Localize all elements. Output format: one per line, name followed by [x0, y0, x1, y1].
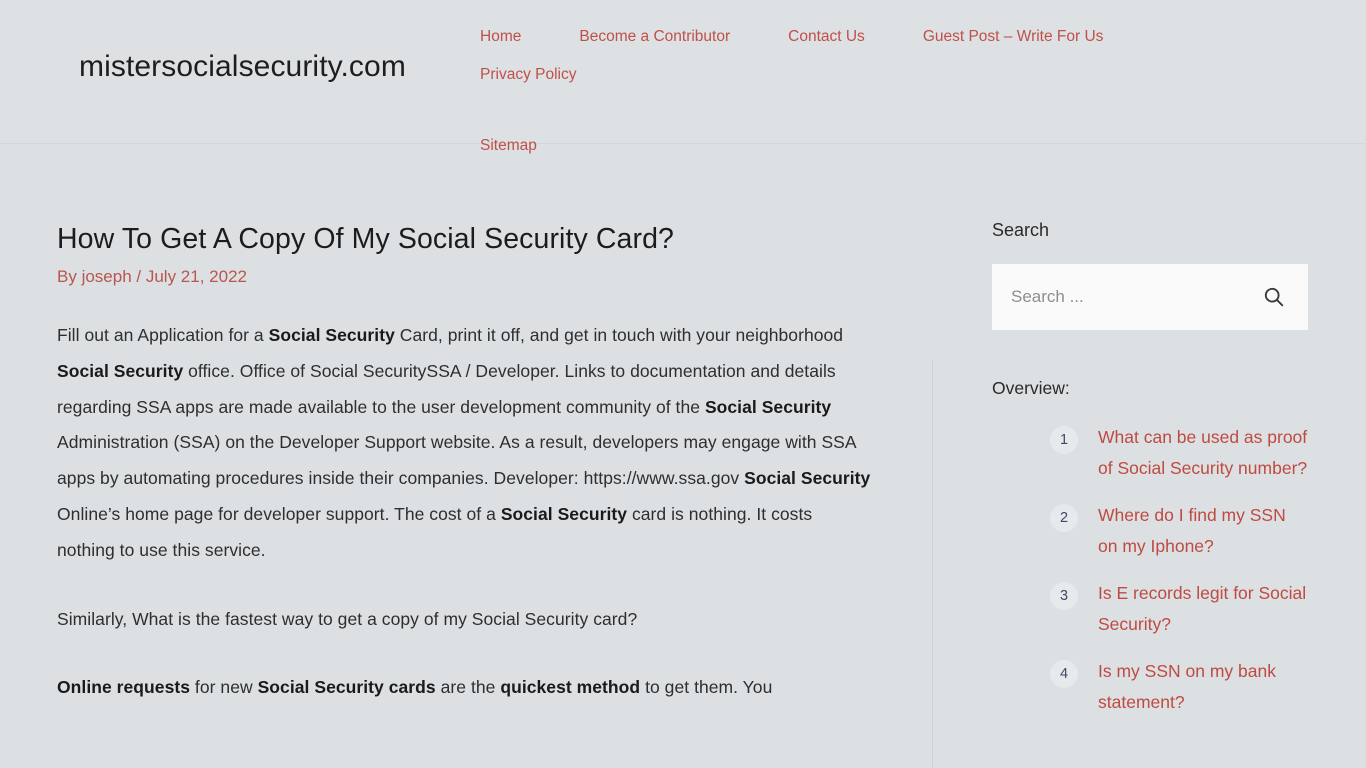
- site-header: mistersocialsecurity.com Home Become a C…: [0, 0, 1366, 154]
- article: How To Get A Copy Of My Social Security …: [57, 222, 872, 706]
- article-body: Fill out an Application for a Social Sec…: [57, 318, 872, 706]
- byline-prefix: By: [57, 267, 82, 286]
- overview-item-number: 2: [1050, 504, 1078, 532]
- nav-item-privacy-policy[interactable]: Privacy Policy: [480, 56, 576, 94]
- byline-separator: /: [131, 267, 146, 286]
- nav-item-guest-post-write-for-us[interactable]: Guest Post – Write For Us: [923, 18, 1104, 56]
- page-title: How To Get A Copy Of My Social Security …: [57, 223, 674, 255]
- search-input[interactable]: [992, 264, 1250, 330]
- article-paragraph-2: Similarly, What is the fastest way to ge…: [57, 608, 638, 629]
- para1-bold-2: Social Security: [57, 360, 184, 381]
- overview-list: 1 What can be used as proof of Social Se…: [992, 422, 1308, 717]
- nav-item-home[interactable]: Home: [480, 18, 521, 56]
- para1-bold-4: Social Security: [744, 468, 871, 489]
- list-item[interactable]: 1 What can be used as proof of Social Se…: [1050, 422, 1308, 483]
- page-content: How To Get A Copy Of My Social Security …: [0, 144, 1366, 768]
- para1-bold-5: Social Security: [500, 503, 628, 524]
- para1-text-5: Online’s home page for developer support…: [57, 503, 501, 524]
- overview-item-link[interactable]: Where do I find my SSN on my Iphone?: [1098, 500, 1308, 561]
- overview-item-number: 1: [1050, 426, 1078, 454]
- sidebar: Search Overview: 1 What can be used as p…: [992, 218, 1308, 717]
- list-item[interactable]: 3 Is E records legit for Social Security…: [1050, 578, 1308, 639]
- site-title[interactable]: mistersocialsecurity.com: [79, 52, 406, 82]
- overview-item-link[interactable]: Is E records legit for Social Security?: [1098, 578, 1308, 639]
- para3-text-2: are the: [435, 677, 501, 698]
- overview-item-link[interactable]: Is my SSN on my bank statement?: [1098, 656, 1308, 717]
- para1-text-4: Administration (SSA) on the Developer Su…: [57, 432, 856, 489]
- search-icon: [1263, 286, 1285, 308]
- para3-bold-1: Online requests: [57, 677, 191, 698]
- para3-bold-2: Social Security cards: [257, 677, 436, 698]
- search-widget-title: Search: [992, 220, 1050, 240]
- overview-title: Overview:: [992, 378, 1070, 398]
- author-link[interactable]: joseph: [82, 267, 132, 286]
- content-sidebar-divider: [932, 359, 933, 768]
- nav-item-become-a-contributor[interactable]: Become a Contributor: [579, 18, 730, 56]
- article-byline: By joseph / July 21, 2022: [57, 266, 872, 288]
- nav-item-contact-us[interactable]: Contact Us: [788, 18, 865, 56]
- para1-text-1: Fill out an Application for a: [57, 325, 269, 345]
- search-submit-button[interactable]: [1250, 264, 1298, 330]
- para1-text-2: Card, print it off, and get in touch wit…: [394, 325, 844, 345]
- list-item[interactable]: 4 Is my SSN on my bank statement?: [1050, 656, 1308, 717]
- main-navigation: Home Become a Contributor Contact Us Gue…: [480, 18, 1240, 165]
- overview-item-number: 4: [1050, 660, 1078, 688]
- overview-item-link[interactable]: What can be used as proof of Social Secu…: [1098, 422, 1308, 483]
- para1-bold-3: Social Security: [704, 396, 832, 417]
- list-item[interactable]: 2 Where do I find my SSN on my Iphone?: [1050, 500, 1308, 561]
- article-paragraph-3: Online requests for new Social Security …: [57, 670, 872, 706]
- para3-bold-3: quickest method: [500, 677, 641, 698]
- para3-text-3: to get them. You: [640, 677, 773, 698]
- article-paragraph-1: Fill out an Application for a Social Sec…: [57, 318, 872, 569]
- publish-date: July 21, 2022: [145, 267, 247, 286]
- search-form: [992, 264, 1308, 330]
- para3-text-1: for new: [190, 677, 258, 698]
- para1-bold-1: Social Security: [268, 325, 395, 345]
- overview-item-number: 3: [1050, 582, 1078, 610]
